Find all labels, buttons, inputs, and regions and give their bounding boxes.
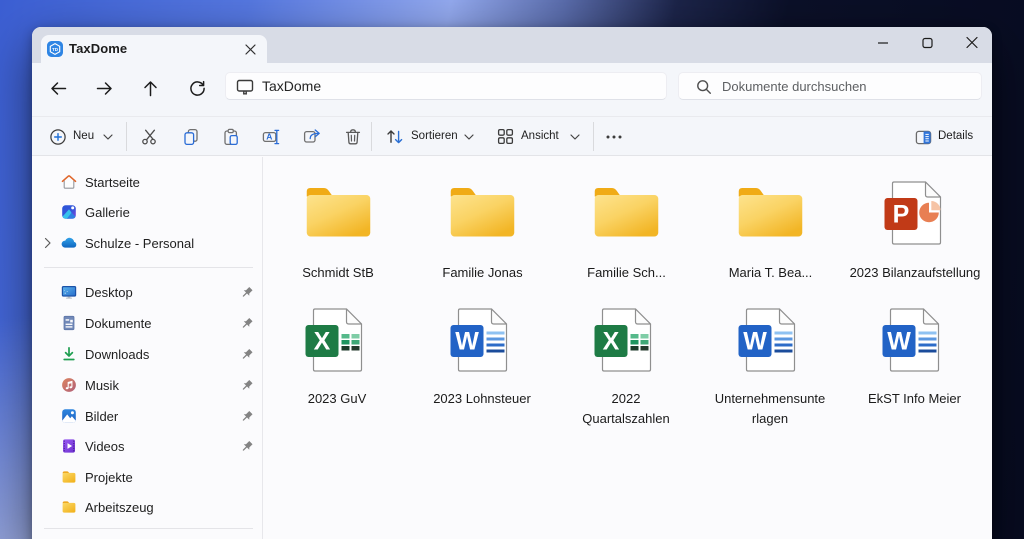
svg-text:X: X <box>602 328 619 356</box>
svg-text:W: W <box>455 328 479 356</box>
svg-text:P: P <box>892 201 909 229</box>
svg-text:X: X <box>313 328 330 356</box>
svg-text:A: A <box>266 132 272 142</box>
svg-text:W: W <box>887 328 911 356</box>
svg-text:TD: TD <box>52 47 59 52</box>
svg-text:W: W <box>743 328 767 356</box>
